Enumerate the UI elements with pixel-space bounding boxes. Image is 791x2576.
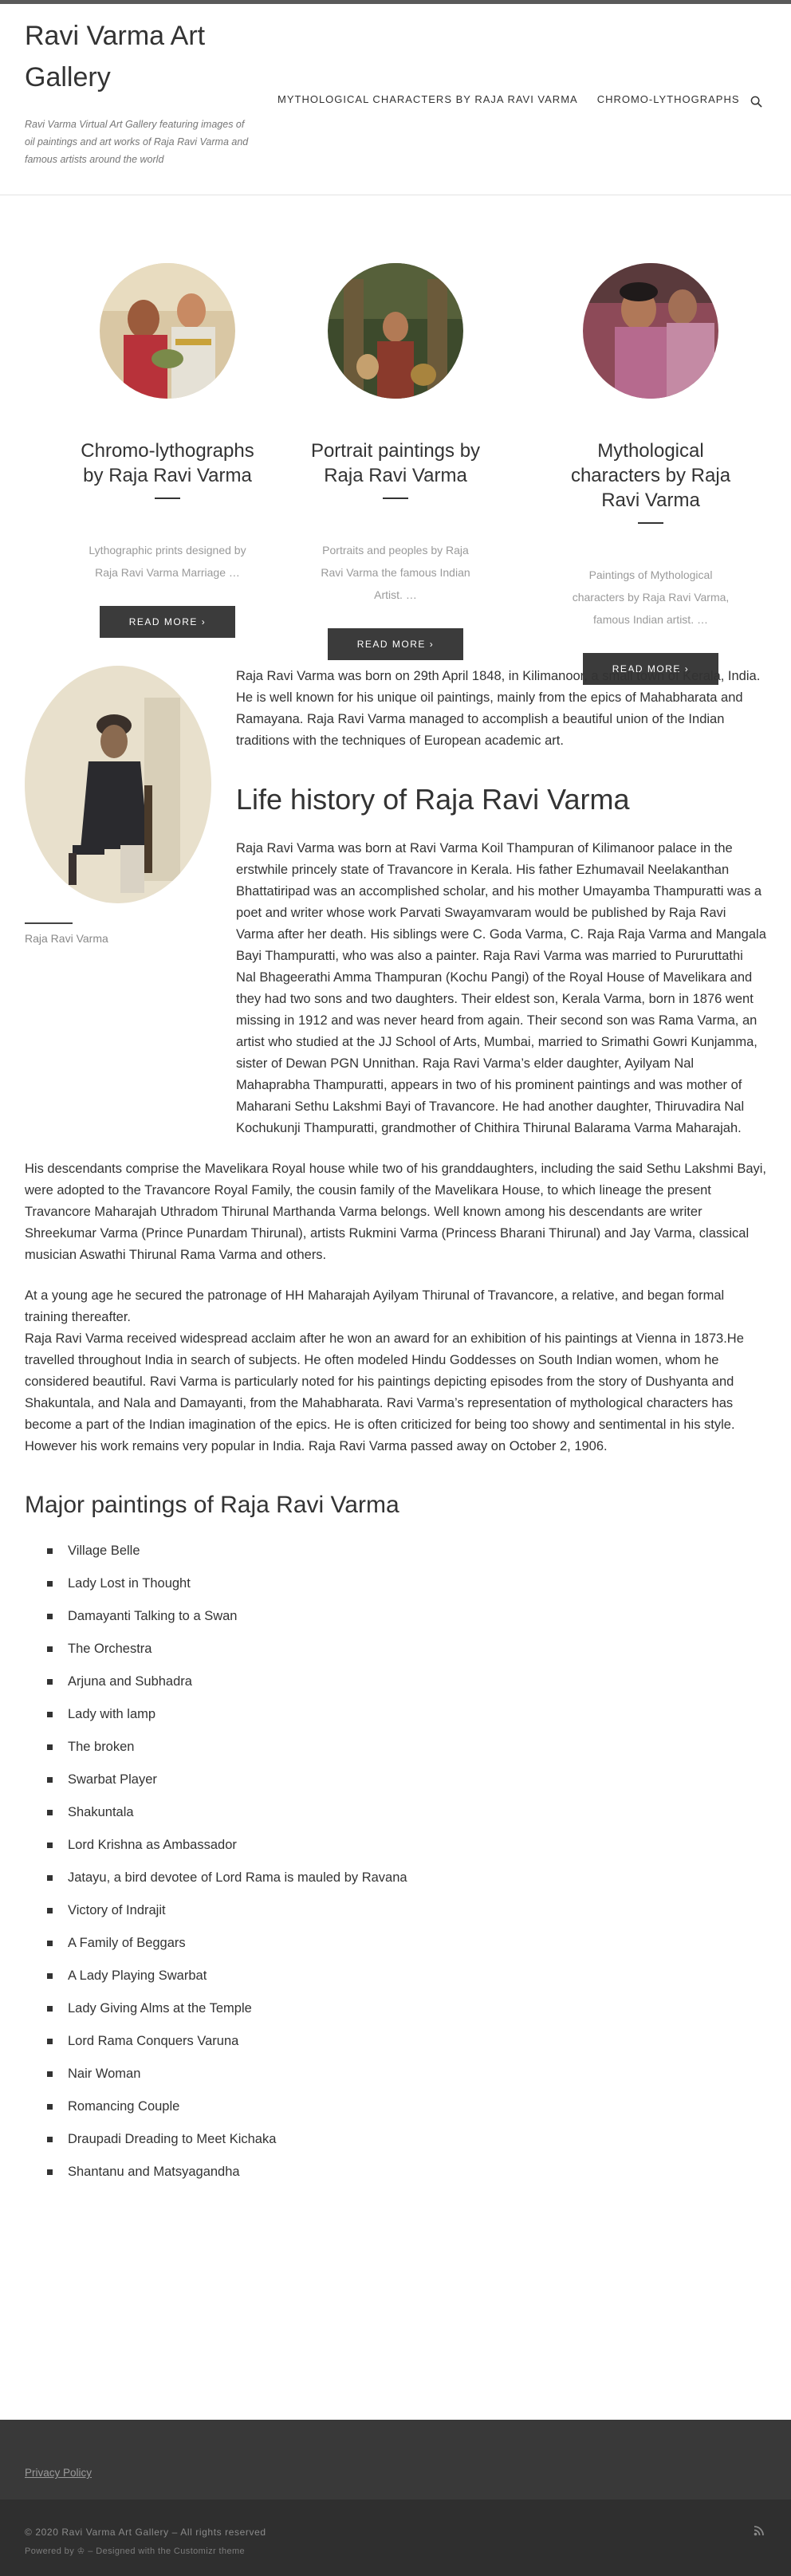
footer-widgets: Privacy Policy [0, 2420, 791, 2499]
title-divider [383, 498, 408, 499]
list-item: Swarbat Player [47, 1771, 766, 1788]
title-divider [155, 498, 180, 499]
read-more-button[interactable]: READ MORE › [328, 628, 463, 660]
featured-thumb-chromo-lythographs[interactable] [100, 263, 235, 399]
search-icon[interactable] [750, 96, 762, 108]
privacy-policy-link[interactable]: Privacy Policy [25, 2467, 92, 2479]
featured-card-mythological-characters: Mythological characters by Raja Ravi Var… [543, 263, 758, 685]
featured-excerpt: Lythographic prints designed by Raja Rav… [89, 544, 246, 579]
life-history-heading: Life history of Raja Ravi Varma [236, 783, 630, 816]
list-item: Lord Krishna as Ambassador [47, 1836, 766, 1854]
paintings-list: Village Belle Lady Lost in Thought Damay… [25, 1542, 766, 2181]
list-item: Nair Woman [47, 2065, 766, 2082]
portrait-figure: Raja Ravi Varma [25, 666, 212, 945]
colophon: © 2020 Ravi Varma Art Gallery – All righ… [0, 2499, 791, 2576]
read-more-button[interactable]: READ MORE › [100, 606, 235, 638]
featured-excerpt: Portraits and peoples by Raja Ravi Varma… [321, 544, 470, 601]
site-title[interactable]: Ravi Varma Art Gallery [25, 15, 264, 98]
list-item: Lady Lost in Thought [47, 1575, 766, 1592]
featured-card-chromo-lythographs: Chromo-lythographs by Raja Ravi Varma Ly… [60, 263, 275, 638]
list-item: Damayanti Talking to a Swan [47, 1607, 766, 1625]
nav-item-chromo-lythographs[interactable]: CHROMO-LYTHOGRAPHS [597, 93, 740, 105]
list-item: Lady with lamp [47, 1705, 766, 1723]
featured-title[interactable]: Mythological characters by Raja Ravi Var… [543, 439, 758, 513]
featured-title[interactable]: Portrait paintings by Raja Ravi Varma [288, 439, 503, 488]
list-item: The Orchestra [47, 1640, 766, 1658]
copyright-text: © 2020 Ravi Varma Art Gallery – All righ… [25, 2527, 266, 2538]
site-header: Ravi Varma Art Gallery Ravi Varma Virtua… [0, 4, 791, 195]
featured-thumb-mythological-characters[interactable] [583, 263, 718, 399]
list-item: A Family of Beggars [47, 1934, 766, 1952]
list-item: Shantanu and Matsyagandha [47, 2163, 766, 2181]
caption-divider [25, 922, 73, 924]
descendants-paragraph: His descendants comprise the Mavelikara … [25, 1162, 767, 1262]
main-nav: MYTHOLOGICAL CHARACTERS BY RAJA RAVI VAR… [277, 93, 759, 105]
list-item: Arjuna and Subhadra [47, 1673, 766, 1690]
list-item: Lord Rama Conquers Varuna [47, 2032, 766, 2050]
site-tagline: Ravi Varma Virtual Art Gallery featuring… [25, 119, 249, 165]
powered-by-text: Powered by ♔ – Designed with the Customi… [25, 2547, 246, 2556]
featured-thumb-portrait-paintings[interactable] [328, 263, 463, 399]
featured-card-portrait-paintings: Portrait paintings by Raja Ravi Varma Po… [288, 263, 503, 660]
list-item: A Lady Playing Swarbat [47, 1967, 766, 1984]
list-item: Lady Giving Alms at the Temple [47, 2000, 766, 2017]
nav-item-mythological-characters[interactable]: MYTHOLOGICAL CHARACTERS BY RAJA RAVI VAR… [277, 93, 578, 105]
featured-title[interactable]: Chromo-lythographs by Raja Ravi Varma [60, 439, 275, 488]
list-item: Victory of Indrajit [47, 1902, 766, 1919]
rss-icon[interactable] [754, 2525, 765, 2536]
portrait-caption: Raja Ravi Varma [25, 932, 108, 945]
list-item: Shakuntala [47, 1803, 766, 1821]
list-item: Village Belle [47, 1542, 766, 1559]
list-item: Romancing Couple [47, 2098, 766, 2115]
intro-paragraph: Raja Ravi Varma was born on 29th April 1… [236, 669, 761, 748]
patronage-paragraph: At a young age he secured the patronage … [25, 1288, 725, 1324]
title-divider [638, 522, 663, 524]
featured-pages: Chromo-lythographs by Raja Ravi Varma Ly… [0, 195, 791, 685]
list-item: Draupadi Dreading to Meet Kichaka [47, 2130, 766, 2148]
raja-ravi-varma-portrait [25, 666, 211, 903]
list-item: Jatayu, a bird devotee of Lord Rama is m… [47, 1869, 766, 1886]
featured-excerpt: Paintings of Mythological characters by … [572, 568, 730, 626]
major-paintings-heading: Major paintings of Raja Ravi Varma [25, 1492, 399, 1518]
list-item: The broken [47, 1738, 766, 1756]
acclaim-paragraph: Raja Ravi Varma received widespread accl… [25, 1331, 744, 1453]
article-content: Raja Ravi Varma Raja Ravi Varma was born… [0, 666, 791, 2181]
